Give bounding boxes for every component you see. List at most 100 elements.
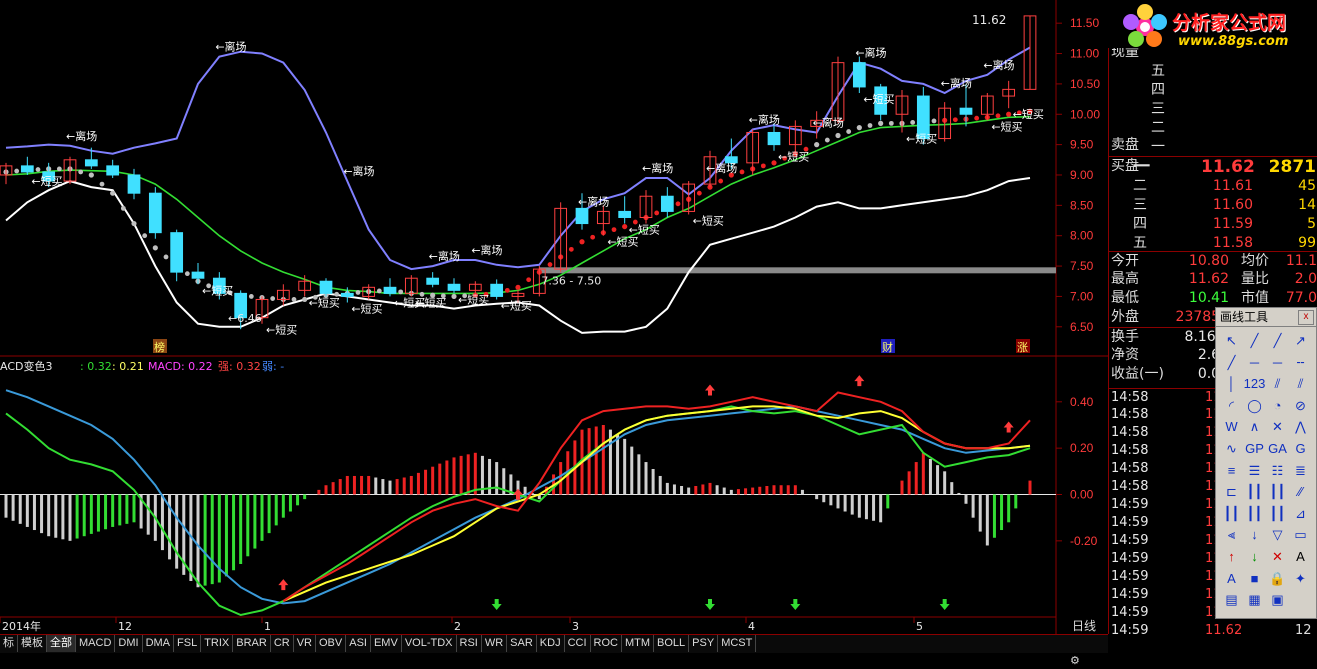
x-tick-label: 2014年 <box>2 619 41 633</box>
tab-1[interactable]: 模板 <box>18 635 47 652</box>
zigzag-tool-icon[interactable]: ∿ <box>1220 438 1243 459</box>
vline-tool-icon[interactable]: │ <box>1220 373 1243 394</box>
parallel-tool-icon[interactable]: ⫽ <box>1266 373 1289 394</box>
candle-body <box>191 271 205 279</box>
fan-tool-icon[interactable]: ⋀ <box>1289 416 1312 437</box>
text-tool-icon[interactable]: A <box>1289 546 1312 567</box>
tab-3[interactable]: MACD <box>76 635 116 652</box>
tab-7[interactable]: TRIX <box>201 635 234 652</box>
up-arrow-tool-icon[interactable]: ↑ <box>1220 546 1243 567</box>
period-tool-icon[interactable]: ┃┃ <box>1266 481 1289 502</box>
fib-tool-icon[interactable]: ≣ <box>1289 460 1312 481</box>
tab-5[interactable]: DMA <box>143 635 175 652</box>
bands-tool-icon[interactable]: ☷ <box>1266 460 1289 481</box>
cycle-tool-icon[interactable]: ┃┃ <box>1243 481 1266 502</box>
tab-18[interactable]: KDJ <box>537 635 565 652</box>
down-arrow-tool-icon[interactable]: ↓ <box>1243 546 1266 567</box>
price-panel[interactable]: 11.5011.0010.5010.009.509.008.508.007.50… <box>0 0 1108 634</box>
drawing-toolbox[interactable]: 画线工具 x ↖ ╱ ╱ ↗ ╱ ─ ─ ╌ │ 123 ⫽ ⫽ ◜ ◯ ◔ ⊘ W ∧ ✕ ⋀ ∿ GP GA G ≡ ☰ ☷ ≣ ⊏… <box>1215 307 1317 619</box>
chart-area[interactable]: 11.5011.0010.5010.009.509.008.508.007.50… <box>0 0 1108 634</box>
tab-20[interactable]: ROC <box>591 635 622 652</box>
list-tool-icon[interactable]: ▤ <box>1220 589 1243 610</box>
tab-13[interactable]: EMV <box>371 635 402 652</box>
circle-tool-icon[interactable]: ◯ <box>1243 395 1266 416</box>
fan2-tool-icon[interactable]: ⫷ <box>1220 524 1243 545</box>
no-tool-icon[interactable]: ⊘ <box>1289 395 1312 416</box>
angle-tool-icon[interactable]: ⊿ <box>1289 503 1312 524</box>
exit-annotation: ←离场 <box>343 164 374 178</box>
tab-11[interactable]: OBV <box>316 635 347 652</box>
down-tool-icon[interactable]: ↓ <box>1243 524 1266 545</box>
stat-label-2: 市值 <box>1241 290 1269 306</box>
bars2-tool-icon[interactable]: ┃┃ <box>1243 503 1266 524</box>
delete-tool-icon[interactable]: ✕ <box>1266 546 1289 567</box>
gs-tool-icon[interactable]: G <box>1289 438 1312 459</box>
tab-12[interactable]: ASI <box>346 635 371 652</box>
buy-annotation: ←短买 <box>266 323 297 337</box>
levels-tool-icon[interactable]: ☰ <box>1243 460 1266 481</box>
line-tool-icon[interactable]: ╱ <box>1243 330 1266 351</box>
tab-4[interactable]: DMI <box>115 635 143 652</box>
sar-dot <box>824 137 830 143</box>
tick-time: 14:59 <box>1111 623 1149 634</box>
speed-tool-icon[interactable]: ∕∕ <box>1289 481 1312 502</box>
tab-24[interactable]: MCST <box>718 635 757 652</box>
save-tool-icon[interactable]: ▦ <box>1243 589 1266 610</box>
tab-23[interactable]: PSY <box>689 635 719 652</box>
indicator-header-value: 弱: - <box>262 360 284 373</box>
ga-tool-icon[interactable]: GA <box>1266 438 1289 459</box>
image-tool-icon[interactable]: ▣ <box>1266 589 1289 610</box>
tab-19[interactable]: CCI <box>565 635 591 652</box>
bid-level-label: 四 <box>1133 216 1147 232</box>
tab-6[interactable]: FSL <box>174 635 202 652</box>
grid-tool-icon[interactable]: ≡ <box>1220 460 1243 481</box>
wave-tool-icon[interactable]: ∧ <box>1243 416 1266 437</box>
fill-tool-icon[interactable]: ■ <box>1243 568 1266 589</box>
tab-22[interactable]: BOLL <box>654 635 690 652</box>
bid-volume: 45 <box>1298 178 1316 194</box>
tab-14[interactable]: VOL-TDX <box>402 635 457 652</box>
bars3-tool-icon[interactable]: ┃┃ <box>1266 503 1289 524</box>
gann-tool-icon[interactable]: ✕ <box>1266 416 1289 437</box>
tab-8[interactable]: BRAR <box>233 635 271 652</box>
tab-16[interactable]: WR <box>482 635 508 652</box>
hsegment-tool-icon[interactable]: ╌ <box>1289 352 1312 373</box>
exit-annotation: ←离场 <box>642 161 673 175</box>
text2-tool-icon[interactable]: A <box>1220 568 1243 589</box>
hray-tool-icon[interactable]: ─ <box>1266 352 1289 373</box>
arrow-line-tool-icon[interactable]: ↗ <box>1289 330 1312 351</box>
channel-tool-icon[interactable]: ⫽ <box>1289 373 1312 394</box>
ask-level-row: 四 <box>1109 81 1317 100</box>
gp-tool-icon[interactable]: GP <box>1243 438 1266 459</box>
number-tool-icon[interactable]: 123 <box>1243 373 1266 394</box>
tab-9[interactable]: CR <box>271 635 294 652</box>
clock-tool-icon[interactable]: ◔ <box>1266 395 1289 416</box>
triangle-tool-icon[interactable]: ▽ <box>1266 524 1289 545</box>
exit-annotation: ←离场 <box>578 194 609 208</box>
box-tool-icon[interactable]: ⊏ <box>1220 481 1243 502</box>
toolbox-close-button[interactable]: x <box>1298 310 1314 325</box>
segment-tool-icon[interactable]: ╱ <box>1220 352 1243 373</box>
sar-dot <box>814 142 820 148</box>
settings-icon[interactable]: ⚙ <box>1070 654 1080 667</box>
tab-15[interactable]: RSI <box>457 635 482 652</box>
tab-21[interactable]: MTM <box>622 635 655 652</box>
lock-tool-icon[interactable]: 🔒 <box>1266 568 1289 589</box>
fib-arc-tool-icon[interactable]: ◜ <box>1220 395 1243 416</box>
tab-0[interactable]: 标 <box>0 635 18 652</box>
wave-w-tool-icon[interactable]: W <box>1220 416 1243 437</box>
bid-price: 11.60 <box>1212 197 1253 213</box>
rect-tool-icon[interactable]: ▭ <box>1289 524 1312 545</box>
sar-dot <box>291 297 297 302</box>
bid-level-row: 一 11.62 2871 <box>1109 158 1317 177</box>
bulb-tool-icon[interactable]: ✦ <box>1289 568 1312 589</box>
tab-2[interactable]: 全部 <box>47 635 76 652</box>
hline-tool-icon[interactable]: ─ <box>1243 352 1266 373</box>
ray-tool-icon[interactable]: ╱ <box>1266 330 1289 351</box>
cursor-tool-icon[interactable]: ↖ <box>1220 330 1243 351</box>
bars-tool-icon[interactable]: ┃┃ <box>1220 503 1243 524</box>
tab-10[interactable]: VR <box>294 635 316 652</box>
candle-body <box>84 159 98 167</box>
tab-17[interactable]: SAR <box>507 635 537 652</box>
period-label[interactable]: 日线 <box>1060 618 1108 634</box>
